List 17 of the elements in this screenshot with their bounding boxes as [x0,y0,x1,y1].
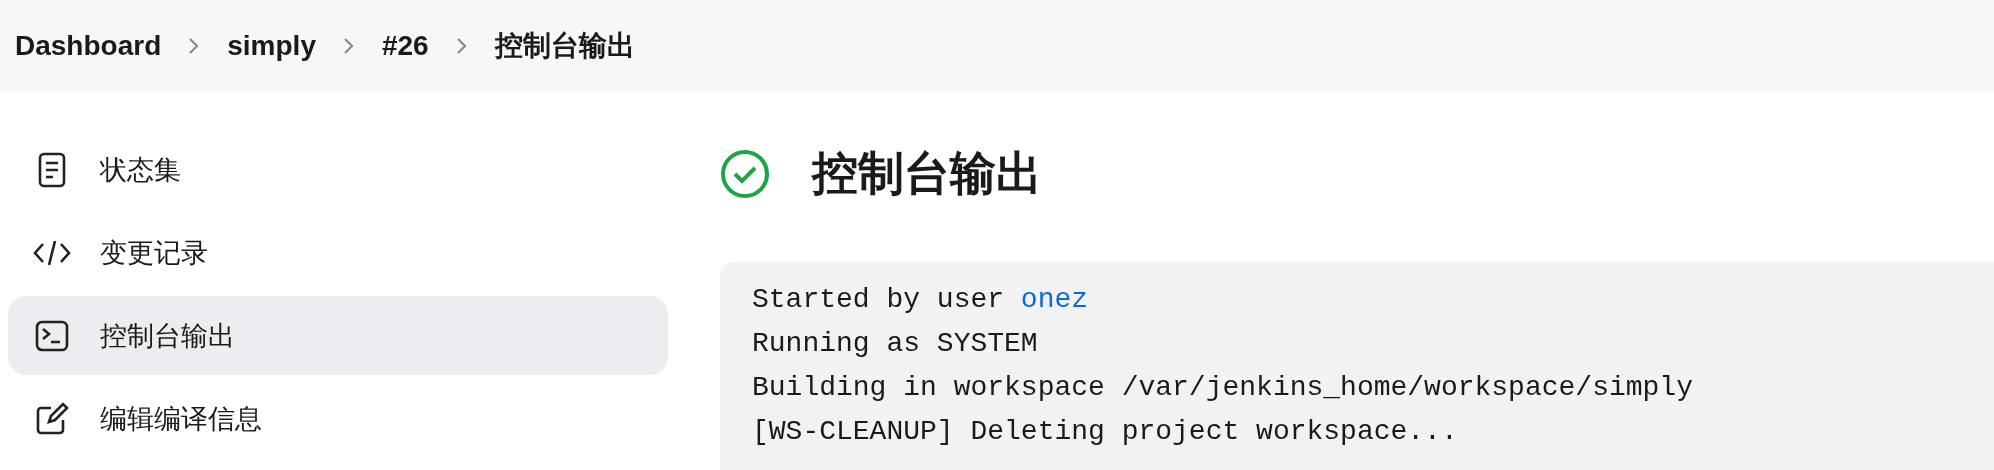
chevron-icon [454,36,469,56]
sidebar-item[interactable]: 编辑编译信息 [8,379,668,458]
console-line: Building in workspace /var/jenkins_home/workspace/simply [752,371,1694,405]
sidebar-item[interactable]: 状态集 [8,130,668,209]
page-title: 控制台输出 [812,146,1042,201]
sidebar-item[interactable]: 变更记录 [8,213,668,292]
chevron-icon [341,36,356,56]
breadcrumb-link[interactable]: 控制台输出 [494,27,635,65]
console-line: Running as SYSTEM [752,327,1039,361]
breadcrumb-link[interactable]: #26 [381,30,429,62]
breadcrumb-link[interactable]: Dashboard [15,30,162,62]
breadcrumb-link[interactable]: simply [227,30,316,62]
user-link[interactable]: onez [1020,284,1089,315]
success-check-icon [720,149,770,199]
console-line: Started by user onez [752,283,1090,317]
console-line: [WS-CLEANUP] Deleting project workspace... [752,415,1459,449]
sidebar-item[interactable]: 控制台输出 [8,296,668,375]
